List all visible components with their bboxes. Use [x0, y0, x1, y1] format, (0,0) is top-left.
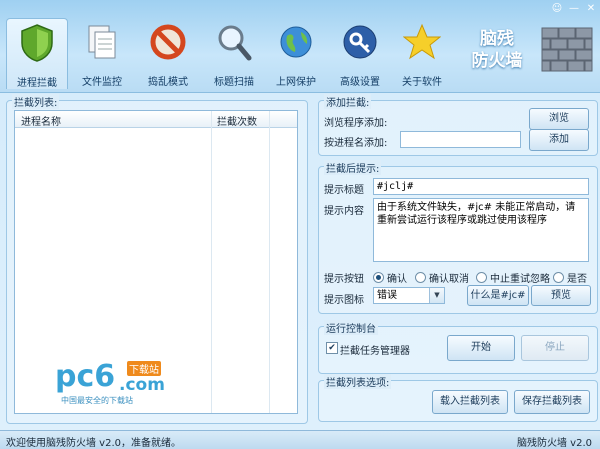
- chevron-down-icon[interactable]: ▼: [429, 288, 444, 303]
- prompt-button-label: 提示按钮: [324, 274, 364, 285]
- radio-label: 确认: [387, 274, 407, 285]
- add-block-title: 添加拦截:: [324, 94, 372, 109]
- radio-ok-cancel[interactable]: 确认取消: [415, 270, 469, 285]
- stop-button[interactable]: 停止: [521, 335, 589, 361]
- block-taskmgr-label: 拦截任务管理器: [340, 346, 410, 357]
- tab-label: 进程拦截: [17, 78, 57, 89]
- list-options-title: 拦截列表选项:: [324, 374, 392, 389]
- watermark-logo: pc6: [55, 359, 116, 394]
- radio-dot: [553, 272, 564, 283]
- globe-icon: [280, 26, 312, 58]
- select-value: 错误: [377, 290, 397, 301]
- prompt-icon-label: 提示图标: [324, 295, 364, 306]
- pc6-watermark: pc6 .com 下载站 中国最安全的下载站: [55, 361, 215, 407]
- column-block-count[interactable]: 拦截次数: [217, 113, 257, 128]
- tab-label: 文件监控: [82, 77, 122, 88]
- key-icon: [343, 25, 377, 59]
- prompt-content-textarea[interactable]: 由于系统文件缺失，#jc# 未能正常启动，请重新尝试运行该程序或跳过使用该程序: [373, 198, 589, 262]
- preview-button[interactable]: 预览: [531, 285, 591, 306]
- brand-line2: 防火墙: [471, 51, 523, 71]
- files-icon: [88, 25, 116, 59]
- column-divider: [269, 111, 270, 413]
- prompt-content-label: 提示内容: [324, 206, 364, 217]
- magnifier-icon: [218, 25, 252, 61]
- watermark-slogan: 中国最安全的下载站: [61, 396, 133, 405]
- radio-yes-no[interactable]: 是否: [553, 270, 587, 285]
- browse-button[interactable]: 浏览: [529, 108, 589, 130]
- tab-disrupt-mode[interactable]: 捣乱模式: [138, 18, 198, 88]
- radio-abort-retry-ignore[interactable]: 中止重试忽略: [476, 270, 550, 285]
- radio-dot: [415, 272, 426, 283]
- list-header: 进程名称 拦截次数: [15, 111, 297, 128]
- block-list[interactable]: 进程名称 拦截次数 pc6 .com 下载站 中国最安全的下载站: [14, 110, 298, 414]
- radio-label: 确认取消: [429, 274, 469, 285]
- status-bar: 欢迎使用脑残防火墙 v2.0，准备就绪。 脑残防火墙 v2.0: [0, 430, 600, 449]
- forbidden-icon: [150, 24, 186, 60]
- process-name-input[interactable]: [400, 131, 521, 148]
- tab-file-monitor[interactable]: 文件监控: [72, 18, 132, 88]
- tab-web-protect[interactable]: 上网保护: [266, 18, 326, 88]
- radio-dot: [476, 272, 487, 283]
- shield-icon: [21, 24, 53, 62]
- feedback-icon[interactable]: ☺: [549, 2, 565, 16]
- tab-process-block[interactable]: 进程拦截: [6, 18, 68, 89]
- prompt-title: 拦截后提示:: [324, 160, 382, 175]
- status-version: 脑残防火墙 v2.0: [517, 438, 592, 449]
- tab-advanced[interactable]: 高级设置: [330, 18, 390, 88]
- close-button[interactable]: ✕: [583, 2, 599, 16]
- column-process-name[interactable]: 进程名称: [21, 113, 61, 128]
- prompt-title-input[interactable]: #jclj#: [373, 178, 589, 195]
- app-window: ☺ — ✕ 进程拦截 文件监控 捣乱模式 标题扫描 上网保护 高级设置 关于软件…: [0, 0, 600, 449]
- block-taskmgr-checkbox[interactable]: ✔: [326, 342, 338, 354]
- block-list-title: 拦截列表:: [12, 94, 60, 109]
- watermark-com: .com: [119, 375, 165, 395]
- radio-dot: [373, 272, 384, 283]
- tab-label: 标题扫描: [214, 77, 254, 88]
- brand-line1: 脑残: [480, 29, 514, 49]
- tab-label: 高级设置: [340, 77, 380, 88]
- radio-label: 是否: [567, 274, 587, 285]
- add-by-name-label: 按进程名添加:: [324, 138, 388, 149]
- what-is-jc-button[interactable]: 什么是#jc#: [467, 285, 529, 306]
- start-button[interactable]: 开始: [447, 335, 515, 361]
- add-button[interactable]: 添加: [529, 129, 589, 151]
- browse-label: 浏览程序添加:: [324, 118, 388, 129]
- tab-label: 上网保护: [276, 77, 316, 88]
- radio-ok[interactable]: 确认: [373, 270, 407, 285]
- brand-title: 脑残 防火墙: [462, 28, 532, 72]
- tab-label: 关于软件: [402, 77, 442, 88]
- prompt-icon-select[interactable]: 错误 ▼: [373, 287, 445, 304]
- tab-title-scan[interactable]: 标题扫描: [204, 18, 264, 88]
- prompt-title-label: 提示标题: [324, 185, 364, 196]
- console-title: 运行控制台: [324, 320, 378, 335]
- minimize-button[interactable]: —: [566, 2, 582, 16]
- brick-wall-icon: [541, 27, 593, 72]
- toolbar: ☺ — ✕ 进程拦截 文件监控 捣乱模式 标题扫描 上网保护 高级设置 关于软件…: [0, 0, 600, 93]
- load-list-button[interactable]: 载入拦截列表: [432, 390, 508, 414]
- status-message: 欢迎使用脑残防火墙 v2.0，准备就绪。: [6, 438, 181, 449]
- tab-about[interactable]: 关于软件: [392, 18, 452, 88]
- star-icon: [403, 23, 441, 60]
- tab-label: 捣乱模式: [148, 77, 188, 88]
- radio-label: 中止重试忽略: [490, 274, 550, 285]
- save-list-button[interactable]: 保存拦截列表: [514, 390, 590, 414]
- watermark-badge: 下载站: [127, 361, 161, 376]
